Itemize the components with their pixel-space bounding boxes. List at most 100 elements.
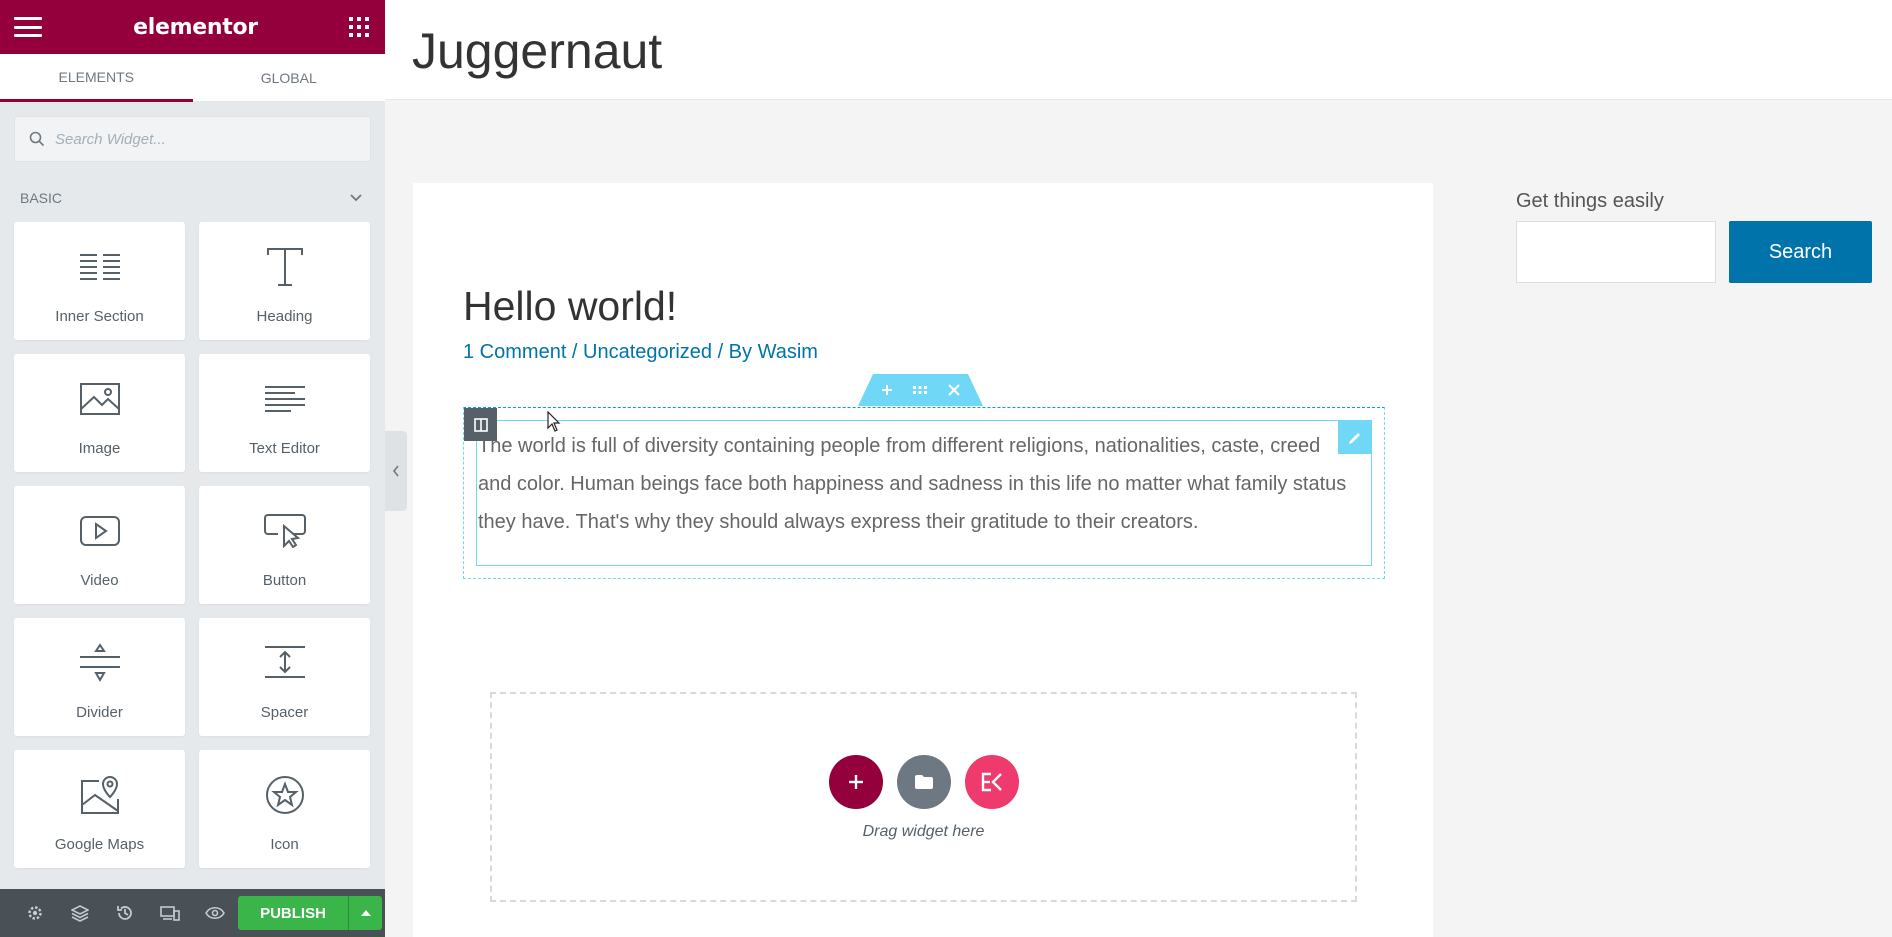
editor-section[interactable]: The world is full of diversity containin… (463, 407, 1385, 579)
settings-button[interactable] (12, 889, 57, 937)
add-section-button[interactable] (875, 378, 899, 402)
panel-footer: PUBLISH (0, 889, 385, 937)
caret-up-icon (360, 910, 371, 916)
chevron-left-icon (392, 465, 399, 477)
elementor-panel: elementor ELEMENTS GLOBAL BASIC (0, 0, 385, 937)
widget-text-editor[interactable]: Text Editor (199, 354, 370, 472)
post-body-text[interactable]: The world is full of diversity containin… (478, 427, 1348, 541)
text-editor-icon (264, 386, 305, 412)
history-icon (116, 906, 132, 920)
publish-options-button[interactable] (348, 896, 382, 930)
widget-heading[interactable]: Heading (199, 222, 370, 340)
gear-icon (27, 906, 42, 920)
widget-label: Heading (256, 308, 313, 325)
widget-video[interactable]: Video (14, 486, 185, 604)
add-new-section-button[interactable] (828, 755, 883, 809)
panel-tabs: ELEMENTS GLOBAL (0, 54, 385, 102)
widget-label: Text Editor (249, 440, 320, 457)
sidebar-search-form: Search (1516, 221, 1876, 283)
close-icon (948, 384, 960, 396)
widget-label: Video (80, 572, 119, 589)
section-handle (858, 374, 983, 406)
tab-global[interactable]: GLOBAL (192, 54, 385, 102)
widget-label: Image (78, 440, 121, 457)
mouse-cursor-icon (547, 411, 561, 432)
widget-inner-section[interactable]: Inner Section (14, 222, 185, 340)
elementor-logo: elementor (133, 14, 258, 40)
widget-grid: Inner Section Heading Image Text Editor … (0, 222, 385, 868)
post-meta: 1 Comment / Uncategorized / By Wasim (463, 341, 818, 364)
drag-section-button[interactable] (908, 378, 932, 402)
text-editor-widget[interactable]: The world is full of diversity containin… (476, 420, 1372, 566)
widget-button[interactable]: Button (199, 486, 370, 604)
spacer-icon (264, 646, 305, 678)
site-header: Juggernaut (385, 0, 1892, 100)
category-label: BASIC (20, 190, 63, 206)
plus-icon (848, 775, 863, 789)
tab-elements[interactable]: ELEMENTS (0, 54, 193, 102)
collapse-panel-button[interactable] (385, 431, 407, 511)
google-maps-icon (80, 775, 119, 814)
drop-zone-text: Drag widget here (862, 823, 985, 840)
responsive-icon (159, 906, 180, 921)
layers-icon (70, 905, 89, 922)
folder-icon (914, 775, 933, 789)
widget-label: Inner Section (55, 308, 144, 325)
menu-icon[interactable] (14, 17, 42, 37)
comments-link[interactable]: 1 Comment (463, 341, 566, 363)
post-title: Hello world! (463, 283, 678, 329)
category-link[interactable]: Uncategorized (583, 341, 712, 363)
star-icon (265, 776, 304, 814)
elementskit-button[interactable] (964, 755, 1019, 809)
pencil-icon (1348, 432, 1360, 444)
video-icon (79, 516, 120, 546)
category-basic[interactable]: BASIC (0, 174, 385, 222)
preview-button[interactable] (192, 889, 237, 937)
widget-spacer[interactable]: Spacer (199, 618, 370, 736)
add-template-button[interactable] (896, 755, 951, 809)
history-button[interactable] (102, 889, 147, 937)
elementskit-icon (981, 772, 1002, 792)
site-title[interactable]: Juggernaut (412, 22, 662, 80)
heading-icon (266, 248, 303, 286)
sidebar-search-button[interactable]: Search (1729, 221, 1872, 283)
widget-label: Icon (270, 836, 299, 853)
publish-button[interactable]: PUBLISH (238, 896, 348, 930)
responsive-mode-button[interactable] (147, 889, 192, 937)
drag-handle-icon (913, 386, 928, 394)
sidebar-search-input[interactable] (1516, 221, 1716, 283)
widget-search-box (14, 116, 371, 162)
divider-icon (79, 643, 120, 683)
post-article: Hello world! 1 Comment / Uncategorized /… (413, 183, 1433, 937)
widget-google-maps[interactable]: Google Maps (14, 750, 185, 868)
panel-header: elementor (0, 0, 385, 54)
delete-section-button[interactable] (942, 378, 966, 402)
widget-label: Button (262, 572, 307, 589)
widget-search-input[interactable] (55, 130, 335, 148)
widget-label: Divider (76, 704, 123, 721)
sidebar-widget-title: Get things easily (1516, 190, 1664, 212)
meta-separator: / (566, 341, 584, 363)
widget-icon[interactable]: Icon (199, 750, 370, 868)
widget-image[interactable]: Image (14, 354, 185, 472)
widget-divider[interactable]: Divider (14, 618, 185, 736)
chevron-down-icon (350, 194, 362, 202)
plus-icon (881, 385, 892, 395)
site-sidebar: Get things easily Search (1516, 190, 1876, 283)
eye-icon (204, 906, 225, 920)
edit-column-button[interactable] (464, 408, 497, 441)
meta-separator: / By (712, 341, 758, 363)
navigator-button[interactable] (57, 889, 102, 937)
column-icon (473, 417, 488, 432)
widget-label: Spacer (260, 704, 309, 721)
edit-widget-button[interactable] (1338, 421, 1371, 454)
widget-label: Google Maps (54, 836, 145, 853)
image-icon (79, 383, 120, 415)
empty-drop-zone[interactable]: Drag widget here (490, 692, 1357, 902)
widgets-grid-icon[interactable] (348, 17, 369, 37)
search-icon (29, 131, 45, 147)
widget-search (0, 102, 385, 174)
author-link[interactable]: Wasim (758, 341, 818, 363)
inner-section-icon (79, 254, 120, 280)
button-icon (263, 514, 306, 548)
